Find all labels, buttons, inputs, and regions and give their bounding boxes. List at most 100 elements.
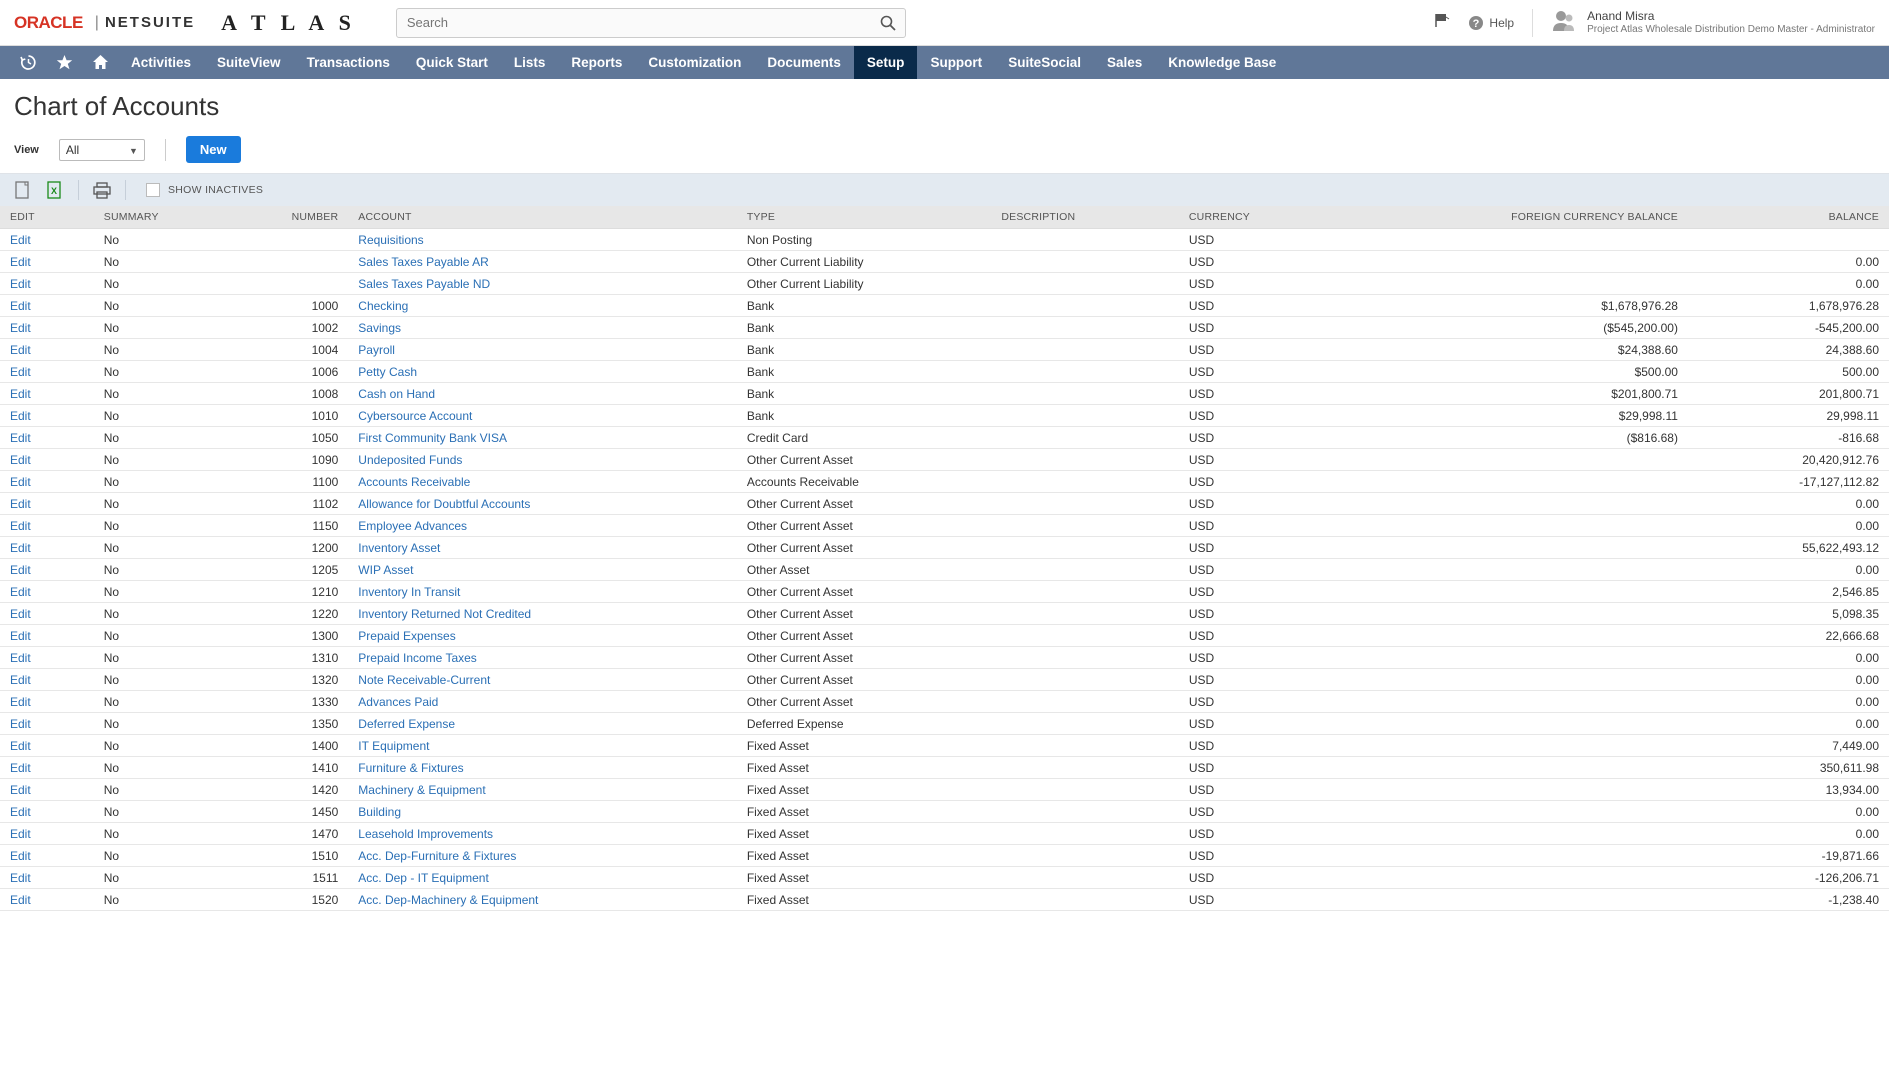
- edit-link[interactable]: Edit: [10, 541, 31, 555]
- edit-link[interactable]: Edit: [10, 321, 31, 335]
- view-select[interactable]: All ▼: [59, 139, 145, 161]
- nav-item-support[interactable]: Support: [917, 46, 995, 79]
- account-link[interactable]: Employee Advances: [358, 519, 467, 533]
- nav-item-reports[interactable]: Reports: [558, 46, 635, 79]
- nav-item-customization[interactable]: Customization: [635, 46, 754, 79]
- account-link[interactable]: Machinery & Equipment: [358, 783, 485, 797]
- edit-link[interactable]: Edit: [10, 497, 31, 511]
- account-link[interactable]: Payroll: [358, 343, 395, 357]
- nav-item-documents[interactable]: Documents: [754, 46, 854, 79]
- account-link[interactable]: WIP Asset: [358, 563, 413, 577]
- edit-link[interactable]: Edit: [10, 475, 31, 489]
- account-link[interactable]: Undeposited Funds: [358, 453, 462, 467]
- account-link[interactable]: Cash on Hand: [358, 387, 435, 401]
- edit-link[interactable]: Edit: [10, 453, 31, 467]
- th-edit[interactable]: EDIT: [0, 206, 94, 229]
- th-description[interactable]: DESCRIPTION: [991, 206, 1179, 229]
- edit-link[interactable]: Edit: [10, 387, 31, 401]
- nav-item-quick-start[interactable]: Quick Start: [403, 46, 501, 79]
- history-icon[interactable]: [10, 46, 46, 79]
- edit-link[interactable]: Edit: [10, 255, 31, 269]
- flag-icon[interactable]: [1434, 12, 1450, 33]
- edit-link[interactable]: Edit: [10, 585, 31, 599]
- star-icon[interactable]: [46, 46, 82, 79]
- account-link[interactable]: Acc. Dep-Machinery & Equipment: [358, 893, 538, 907]
- account-link[interactable]: Furniture & Fixtures: [358, 761, 463, 775]
- edit-link[interactable]: Edit: [10, 827, 31, 841]
- export-excel-icon[interactable]: X: [46, 181, 64, 199]
- account-link[interactable]: Leasehold Improvements: [358, 827, 493, 841]
- nav-item-setup[interactable]: Setup: [854, 46, 918, 79]
- account-link[interactable]: First Community Bank VISA: [358, 431, 507, 445]
- account-link[interactable]: Prepaid Expenses: [358, 629, 455, 643]
- search-input[interactable]: [396, 8, 906, 38]
- account-link[interactable]: Requisitions: [358, 233, 423, 247]
- account-link[interactable]: Allowance for Doubtful Accounts: [358, 497, 530, 511]
- edit-link[interactable]: Edit: [10, 673, 31, 687]
- nav-item-knowledge-base[interactable]: Knowledge Base: [1155, 46, 1289, 79]
- user-block[interactable]: Anand Misra Project Atlas Wholesale Dist…: [1532, 9, 1875, 37]
- account-link[interactable]: Sales Taxes Payable AR: [358, 255, 489, 269]
- account-link[interactable]: Inventory Returned Not Credited: [358, 607, 531, 621]
- nav-item-lists[interactable]: Lists: [501, 46, 559, 79]
- account-link[interactable]: Savings: [358, 321, 401, 335]
- edit-link[interactable]: Edit: [10, 431, 31, 445]
- edit-link[interactable]: Edit: [10, 761, 31, 775]
- edit-link[interactable]: Edit: [10, 233, 31, 247]
- account-link[interactable]: Sales Taxes Payable ND: [358, 277, 490, 291]
- account-link[interactable]: Checking: [358, 299, 408, 313]
- account-link[interactable]: Building: [358, 805, 401, 819]
- th-currency[interactable]: CURRENCY: [1179, 206, 1420, 229]
- th-number[interactable]: NUMBER: [241, 206, 348, 229]
- edit-link[interactable]: Edit: [10, 629, 31, 643]
- edit-link[interactable]: Edit: [10, 717, 31, 731]
- th-account[interactable]: ACCOUNT: [348, 206, 737, 229]
- edit-link[interactable]: Edit: [10, 409, 31, 423]
- account-link[interactable]: Inventory Asset: [358, 541, 440, 555]
- edit-link[interactable]: Edit: [10, 849, 31, 863]
- help-button[interactable]: ? Help: [1468, 15, 1514, 31]
- new-button[interactable]: New: [186, 136, 241, 163]
- account-link[interactable]: Accounts Receivable: [358, 475, 470, 489]
- th-summary[interactable]: SUMMARY: [94, 206, 241, 229]
- cell-currency: USD: [1179, 493, 1420, 515]
- nav-item-suitesocial[interactable]: SuiteSocial: [995, 46, 1094, 79]
- print-icon[interactable]: [93, 181, 111, 199]
- show-inactives-checkbox[interactable]: [146, 183, 160, 197]
- edit-link[interactable]: Edit: [10, 695, 31, 709]
- edit-link[interactable]: Edit: [10, 563, 31, 577]
- edit-link[interactable]: Edit: [10, 805, 31, 819]
- nav-item-activities[interactable]: Activities: [118, 46, 204, 79]
- account-link[interactable]: Acc. Dep - IT Equipment: [358, 871, 489, 885]
- edit-link[interactable]: Edit: [10, 783, 31, 797]
- account-link[interactable]: Advances Paid: [358, 695, 438, 709]
- nav-item-suiteview[interactable]: SuiteView: [204, 46, 294, 79]
- account-link[interactable]: Prepaid Income Taxes: [358, 651, 477, 665]
- edit-link[interactable]: Edit: [10, 607, 31, 621]
- edit-link[interactable]: Edit: [10, 651, 31, 665]
- edit-link[interactable]: Edit: [10, 365, 31, 379]
- edit-link[interactable]: Edit: [10, 871, 31, 885]
- account-link[interactable]: Petty Cash: [358, 365, 417, 379]
- edit-link[interactable]: Edit: [10, 277, 31, 291]
- account-link[interactable]: Deferred Expense: [358, 717, 455, 731]
- th-balance[interactable]: BALANCE: [1688, 206, 1889, 229]
- nav-item-transactions[interactable]: Transactions: [294, 46, 403, 79]
- th-type[interactable]: TYPE: [737, 206, 992, 229]
- nav-item-sales[interactable]: Sales: [1094, 46, 1155, 79]
- th-fcb[interactable]: FOREIGN CURRENCY BALANCE: [1420, 206, 1688, 229]
- account-link[interactable]: Inventory In Transit: [358, 585, 460, 599]
- cell-fcb: [1420, 801, 1688, 823]
- edit-link[interactable]: Edit: [10, 299, 31, 313]
- edit-link[interactable]: Edit: [10, 739, 31, 753]
- account-link[interactable]: IT Equipment: [358, 739, 429, 753]
- export-csv-icon[interactable]: [14, 181, 32, 199]
- account-link[interactable]: Cybersource Account: [358, 409, 472, 423]
- home-icon[interactable]: [82, 46, 118, 79]
- account-link[interactable]: Acc. Dep-Furniture & Fixtures: [358, 849, 516, 863]
- edit-link[interactable]: Edit: [10, 519, 31, 533]
- edit-link[interactable]: Edit: [10, 893, 31, 907]
- search-icon[interactable]: [880, 15, 896, 35]
- edit-link[interactable]: Edit: [10, 343, 31, 357]
- account-link[interactable]: Note Receivable-Current: [358, 673, 490, 687]
